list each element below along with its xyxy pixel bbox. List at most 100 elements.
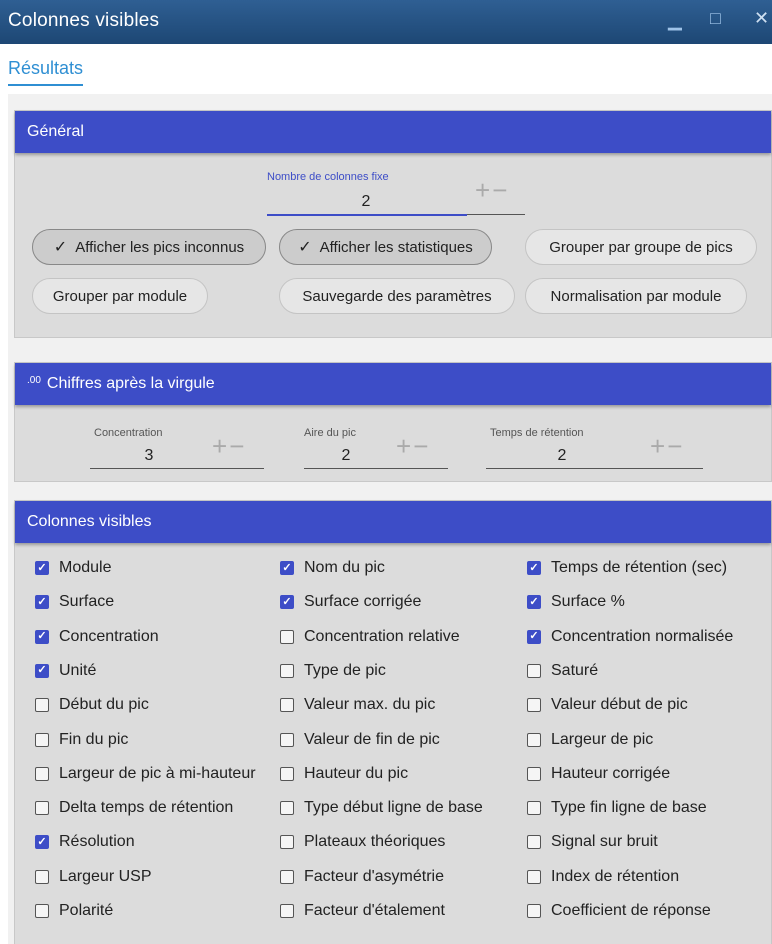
column-checkbox-item[interactable]: Nom du pic — [280, 559, 385, 577]
column-checkbox-item[interactable]: Largeur de pic à mi-hauteur — [35, 765, 256, 783]
column-checkbox-item[interactable]: Valeur max. du pic — [280, 696, 435, 714]
close-icon[interactable]: ✕ — [754, 8, 769, 29]
plus-icon[interactable]: + — [650, 431, 667, 461]
retention-time-stepper[interactable]: +− — [650, 433, 684, 459]
checkbox[interactable] — [35, 801, 49, 816]
column-checkbox-item[interactable]: Surface corrigée — [280, 593, 421, 611]
checkbox[interactable] — [35, 595, 49, 610]
column-checkbox-item[interactable]: Concentration — [35, 628, 159, 646]
minus-icon[interactable]: − — [667, 431, 684, 461]
column-checkbox-item[interactable]: Valeur début de pic — [527, 696, 688, 714]
checkbox[interactable] — [35, 904, 49, 918]
checkbox[interactable] — [280, 629, 294, 644]
fixed-columns-stepper[interactable]: +− — [475, 177, 509, 203]
column-checkbox-item[interactable]: Largeur de pic — [527, 731, 653, 749]
checkbox[interactable] — [280, 869, 294, 884]
checkbox[interactable] — [280, 595, 294, 610]
field-value: 2 — [341, 447, 351, 464]
checkbox[interactable] — [280, 835, 294, 850]
plus-icon[interactable]: + — [396, 431, 413, 461]
column-checkbox-item[interactable]: Type fin ligne de base — [527, 799, 707, 817]
column-checkbox-item[interactable]: Largeur USP — [35, 868, 152, 886]
column-checkbox-item[interactable]: Coefficient de réponse — [527, 902, 711, 920]
plus-icon[interactable]: + — [475, 175, 492, 205]
column-checkbox-item[interactable]: Temps de rétention (sec) — [527, 559, 727, 577]
concentration-decimals-field[interactable]: Concentration 3 +− — [90, 427, 264, 469]
checkbox[interactable] — [280, 766, 294, 781]
retention-time-decimals-field[interactable]: Temps de rétention 2 +− — [486, 427, 703, 469]
tab-resultats[interactable]: Résultats — [8, 58, 84, 86]
checkbox[interactable] — [527, 766, 541, 781]
minus-icon[interactable]: − — [492, 175, 509, 205]
column-checkbox-item[interactable]: Hauteur du pic — [280, 765, 408, 783]
column-checkbox-item[interactable]: Valeur de fin de pic — [280, 731, 440, 749]
chip-group-peak-group[interactable]: Grouper par groupe de pics — [525, 229, 757, 265]
checkbox[interactable] — [527, 835, 541, 850]
column-checkbox-item[interactable]: Module — [35, 559, 111, 577]
checkbox[interactable] — [280, 732, 294, 747]
checkbox[interactable] — [527, 904, 541, 918]
checkbox[interactable] — [280, 663, 294, 678]
checkbox[interactable] — [527, 732, 541, 747]
fixed-columns-field[interactable]: Nombre de colonnes fixe 2 +− — [267, 171, 525, 216]
column-checkbox-item[interactable]: Hauteur corrigée — [527, 765, 670, 783]
checkbox[interactable] — [280, 801, 294, 816]
checkbox[interactable] — [35, 869, 49, 884]
maximize-icon[interactable]: □ — [710, 8, 721, 29]
checkbox[interactable] — [527, 629, 541, 644]
column-checkbox-item[interactable]: Facteur d'étalement — [280, 902, 445, 920]
checkbox[interactable] — [527, 801, 541, 816]
checkbox[interactable] — [527, 595, 541, 610]
minus-icon[interactable]: − — [229, 431, 246, 461]
column-checkbox-item[interactable]: Unité — [35, 662, 96, 680]
column-checkbox-item[interactable]: Polarité — [35, 902, 113, 920]
column-checkbox-item[interactable]: Début du pic — [35, 696, 149, 714]
window-title: Colonnes visibles — [8, 10, 160, 31]
chip-normalize-module[interactable]: Normalisation par module — [525, 278, 747, 314]
column-checkbox-item[interactable]: Concentration normalisée — [527, 628, 733, 646]
checkbox[interactable] — [35, 766, 49, 781]
checkbox[interactable] — [35, 732, 49, 747]
checkbox[interactable] — [35, 561, 49, 575]
checkbox-label: Saturé — [551, 661, 599, 679]
checkbox-label: Fin du pic — [59, 730, 129, 748]
chip-save-settings[interactable]: Sauvegarde des paramètres — [279, 278, 515, 314]
checkbox[interactable] — [527, 869, 541, 884]
column-checkbox-item[interactable]: Index de rétention — [527, 868, 679, 886]
column-checkbox-item[interactable]: Facteur d'asymétrie — [280, 868, 444, 886]
checkbox-label: Largeur de pic — [551, 730, 654, 748]
checkbox[interactable] — [35, 629, 49, 644]
column-checkbox-item[interactable]: Signal sur bruit — [527, 833, 658, 851]
column-checkbox-item[interactable]: Concentration relative — [280, 628, 460, 646]
column-checkbox-item[interactable]: Plateaux théoriques — [280, 833, 445, 851]
checkbox[interactable] — [527, 663, 541, 678]
checkbox[interactable] — [527, 561, 541, 575]
minus-icon[interactable]: − — [413, 431, 430, 461]
column-checkbox-item[interactable]: Fin du pic — [35, 731, 128, 749]
section-general: Général Nombre de colonnes fixe 2 +− ✓ A… — [14, 110, 772, 338]
checkbox[interactable] — [35, 663, 49, 678]
column-checkbox-item[interactable]: Résolution — [35, 833, 135, 851]
checkbox[interactable] — [280, 904, 294, 918]
peak-area-stepper[interactable]: +− — [396, 433, 430, 459]
column-checkbox-item[interactable]: Surface % — [527, 593, 625, 611]
minimize-icon[interactable]: ▁ — [668, 10, 682, 31]
checkbox[interactable] — [35, 698, 49, 713]
section-visible-columns-header: Colonnes visibles — [15, 501, 771, 543]
plus-icon[interactable]: + — [212, 431, 229, 461]
concentration-stepper[interactable]: +− — [212, 433, 246, 459]
column-checkbox-item[interactable]: Type de pic — [280, 662, 386, 680]
peak-area-decimals-field[interactable]: Aire du pic 2 +− — [304, 427, 448, 469]
checkbox[interactable] — [35, 835, 49, 850]
column-checkbox-item[interactable]: Surface — [35, 593, 114, 611]
checkbox[interactable] — [280, 561, 294, 575]
checkbox[interactable] — [527, 698, 541, 713]
checkbox-label: Concentration — [59, 627, 159, 645]
chip-group-module[interactable]: Grouper par module — [32, 278, 208, 314]
chip-unknown-peaks[interactable]: ✓ Afficher les pics inconnus — [32, 229, 266, 265]
column-checkbox-item[interactable]: Delta temps de rétention — [35, 799, 233, 817]
column-checkbox-item[interactable]: Type début ligne de base — [280, 799, 483, 817]
chip-statistics[interactable]: ✓ Afficher les statistiques — [279, 229, 492, 265]
column-checkbox-item[interactable]: Saturé — [527, 662, 598, 680]
checkbox[interactable] — [280, 698, 294, 713]
